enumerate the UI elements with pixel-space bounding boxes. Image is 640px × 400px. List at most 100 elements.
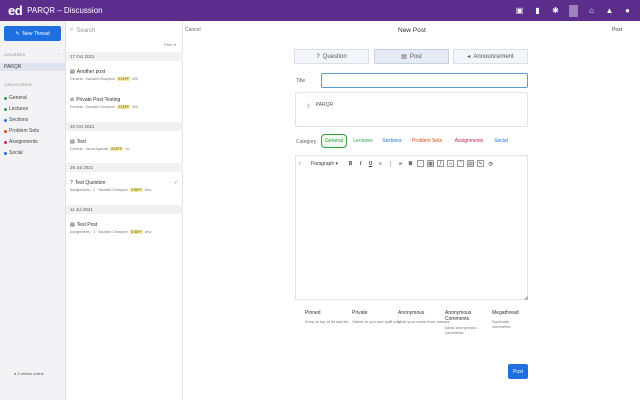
post-icon: ▤ [401, 54, 407, 60]
category-lectures[interactable]: Lectures [350, 134, 376, 148]
sidebar-category-social[interactable]: Social [4, 150, 23, 156]
option-anonymous[interactable]: Anonymous Hide your name from classes [398, 310, 450, 324]
chart-icon[interactable]: ▮ [533, 6, 542, 15]
category-dot [4, 129, 7, 133]
sidebar-category-lectures[interactable]: Lectures [4, 106, 28, 112]
top-icons: ▣ ▮ ✱ ⌂ ▲ ● [515, 4, 632, 17]
megaphone-icon: ◂ [467, 54, 471, 60]
post-header-button[interactable]: Post [612, 27, 622, 33]
staff-badge: STAFF [117, 77, 130, 81]
thread-item[interactable]: ▤ Test General · Varun Agarwal STAFF 1w [70, 139, 178, 151]
category-general[interactable]: General [321, 134, 347, 148]
underline-icon[interactable]: U [367, 160, 374, 167]
parqr-logo: ♁ PARQR [305, 100, 334, 110]
title-input[interactable] [321, 73, 528, 88]
thread-item[interactable]: ▤ Another post General · Saurabh Chanpure… [70, 69, 178, 81]
table-icon[interactable]: ▦ [427, 160, 435, 167]
title-label: Title [296, 78, 306, 84]
image-icon[interactable]: ▫ [417, 160, 425, 167]
bell-icon[interactable]: ▲ [605, 6, 614, 15]
edit-icon: ✎ [15, 30, 20, 37]
thread-item[interactable]: ⊘ Private Post Testing General · Saurabh … [70, 97, 178, 109]
formula-icon[interactable]: ƒ [437, 160, 445, 167]
filter-button[interactable]: Filter ▾ [164, 42, 176, 47]
search-bar[interactable]: ⌕ Search [70, 27, 95, 34]
staff-badge: STAFF [110, 147, 123, 151]
chat-icon[interactable]: ▣ [515, 6, 524, 15]
post-icon: ▤ [70, 139, 75, 145]
app-title: PARQR – Discussion [27, 6, 103, 15]
code-icon[interactable]: ‹› [447, 160, 455, 167]
categories-label: CATEGORIES [4, 82, 32, 87]
option-pinned[interactable]: Pinned Keep at top of thread list [305, 310, 357, 324]
question-icon: ? [316, 53, 320, 60]
type-announcement-button[interactable]: ◂ Announcement [453, 49, 528, 64]
post-icon: ▤ [70, 222, 75, 228]
staff-badge: STAFF [129, 188, 143, 192]
quote-icon[interactable]: " [457, 160, 465, 167]
submit-post-button[interactable]: Post [508, 364, 528, 379]
category-label: Category [296, 139, 317, 145]
category-problem-sets[interactable]: Problem Sets [408, 134, 446, 148]
page-title: New Post [398, 27, 426, 34]
type-post-button[interactable]: ▤ Post [374, 49, 449, 64]
staff-badge: STAFF [117, 105, 130, 109]
divider [569, 4, 578, 17]
category-dot [4, 107, 7, 111]
person-icon: ● [14, 371, 17, 376]
align-icon[interactable]: ≣ [407, 160, 414, 167]
gear-icon[interactable]: ✱ [551, 6, 560, 15]
category-dot [4, 96, 7, 100]
thread-item[interactable]: ? Test Question ✓ Assignments · 2 · Saurab… [70, 180, 178, 192]
date-header: 17 Oct 2021 [66, 52, 183, 61]
home-icon[interactable]: ⌂ [587, 6, 596, 15]
cancel-button[interactable]: Cancel [185, 27, 201, 33]
top-bar: ed PARQR – Discussion ▣ ▮ ✱ ⌂ ▲ ● [0, 0, 640, 21]
bullet-list-icon[interactable]: ≡ [377, 160, 384, 167]
thread-item[interactable]: ▤ Test Post Assignments · 1 · Saurabh Cha… [70, 222, 178, 234]
sidebar-category-problem-sets[interactable]: Problem Sets [4, 128, 39, 134]
editor-toolbar: ♀ Paragraph ▾ B I U ≡ ⋮ ∞ ≣ ▫ ▦ ƒ ‹› " ▤… [298, 160, 494, 167]
history-icon[interactable]: ◷ [487, 160, 494, 167]
check-icon: ✓ [173, 180, 178, 186]
staff-badge: STAFF [129, 230, 143, 234]
courses-label: COURSES [4, 52, 26, 57]
category-sections[interactable]: Sections [379, 134, 405, 148]
question-icon: ? [70, 180, 73, 186]
collapse-icon[interactable]: ‹ [58, 51, 60, 56]
paragraph-select[interactable]: Paragraph ▾ [311, 161, 338, 167]
pen-icon[interactable]: ✎ [477, 160, 485, 167]
category-social[interactable]: Social [490, 134, 512, 148]
user-icon[interactable]: ● [623, 6, 632, 15]
option-private[interactable]: Private Visible to you and staff only [352, 310, 404, 324]
sidebar-category-assignments[interactable]: Assignments [4, 139, 38, 145]
app-logo[interactable]: ed [8, 3, 23, 18]
italic-icon[interactable]: I [357, 160, 364, 167]
resize-handle[interactable]: ◢ [524, 295, 528, 301]
sidebar-category-general[interactable]: General [4, 95, 27, 101]
type-question-button[interactable]: ? Question [294, 49, 369, 64]
owl-icon: ♁ [305, 100, 312, 110]
new-thread-button[interactable]: ✎ New Thread [4, 26, 61, 41]
option-anonymous-comments[interactable]: Anonymous Comments Allow anonymous commen… [445, 310, 489, 335]
category-dot [4, 140, 7, 144]
bold-icon[interactable]: B [347, 160, 354, 167]
online-status: ● 0 others online [14, 371, 44, 376]
option-megathread[interactable]: Megathread Nominate comments [492, 310, 528, 329]
link-icon[interactable]: ∞ [397, 160, 404, 167]
attachment-icon[interactable]: ▤ [467, 160, 475, 167]
category-assignments[interactable]: Assignments [449, 134, 489, 148]
sidebar-category-sections[interactable]: Sections [4, 117, 28, 123]
date-header: 11 Jul 2021 [66, 205, 183, 214]
sidebar: ✎ New Thread [0, 21, 66, 400]
sidebar-course-parqr[interactable]: PARQR [0, 63, 66, 71]
date-header: 10 Oct 2021 [66, 122, 183, 131]
post-editor[interactable] [295, 155, 528, 300]
lock-icon: ⊘ [70, 97, 75, 103]
category-dot [4, 151, 7, 155]
post-icon: ▤ [70, 69, 75, 75]
tip-icon[interactable]: ♀ [298, 161, 302, 167]
search-icon: ⌕ [70, 27, 74, 33]
date-header: 26 Jul 2021 [66, 163, 183, 172]
numbered-list-icon[interactable]: ⋮ [387, 160, 394, 167]
